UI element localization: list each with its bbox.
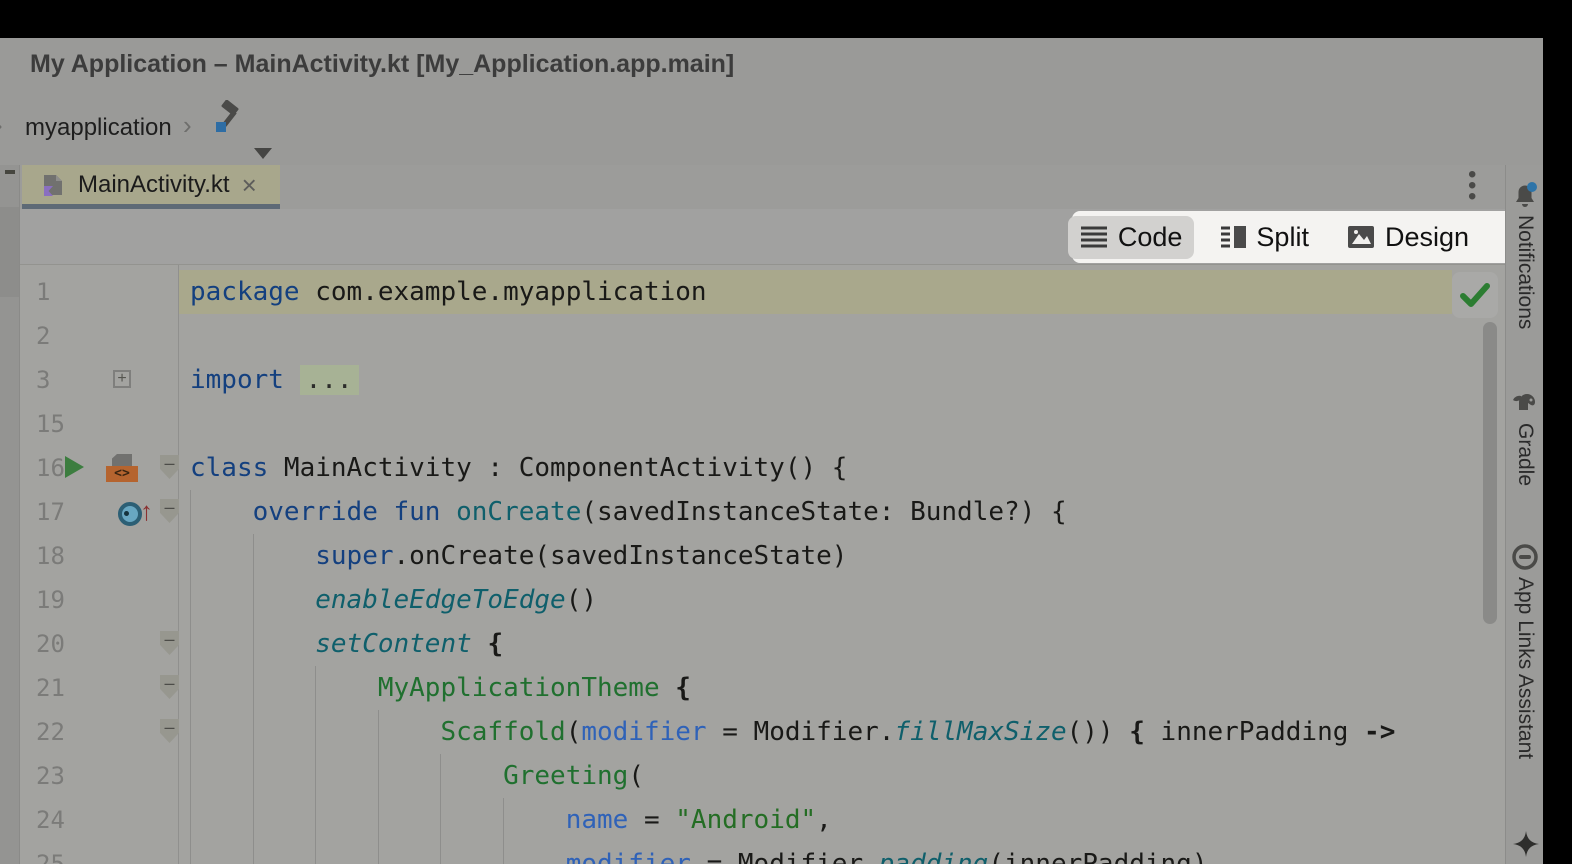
manifest-activity-gutter-icon[interactable]: <>: [106, 454, 138, 482]
breadcrumb-chevron-icon: ›: [183, 110, 192, 141]
tab-close-icon[interactable]: ×: [242, 175, 257, 195]
split-view-icon: [1220, 225, 1246, 249]
line-number[interactable]: 25: [36, 842, 84, 864]
line-number[interactable]: 19: [36, 578, 84, 622]
left-tool-stripe[interactable]: [0, 165, 20, 864]
code-view-icon: [1080, 225, 1108, 249]
stripe-item-app-links-assistant[interactable]: App Links Assistant: [1513, 577, 1537, 759]
build-hammer-icon[interactable]: [210, 100, 246, 136]
line-number[interactable]: 15: [36, 402, 84, 446]
view-mode-switcher: Code Split Design: [1072, 211, 1505, 263]
fold-collapse-icon[interactable]: –: [160, 631, 179, 655]
code-line[interactable]: modifier = Modifier.padding(innerPadding…: [190, 842, 1208, 864]
kotlin-file-icon: [40, 172, 66, 198]
line-number[interactable]: 24: [36, 798, 84, 842]
code-line[interactable]: enableEdgeToEdge(): [190, 578, 597, 622]
line-number[interactable]: 21: [36, 666, 84, 710]
code-line[interactable]: class MainActivity : ComponentActivity()…: [190, 446, 847, 490]
code-line[interactable]: Scaffold(modifier = Modifier.fillMaxSize…: [190, 710, 1395, 754]
code-line[interactable]: MyApplicationTheme {: [190, 666, 691, 710]
split-view-button[interactable]: Split: [1208, 216, 1321, 259]
line-number[interactable]: 23: [36, 754, 84, 798]
notifications-bell-icon[interactable]: [1511, 180, 1539, 215]
breadcrumb[interactable]: myapplication: [25, 114, 172, 142]
override-arrow-icon: ↑: [140, 496, 153, 526]
breadcrumb-chevron-icon: ›: [0, 110, 3, 141]
right-tool-stripe: Notifications Gradle App Links Assistant: [1505, 165, 1543, 864]
design-view-icon: [1347, 225, 1375, 249]
run-gutter-icon[interactable]: [65, 456, 84, 478]
title-bar: My Application – MainActivity.kt [My_App…: [0, 38, 1543, 90]
override-method-gutter-icon: [124, 511, 129, 516]
code-view-button[interactable]: Code: [1068, 216, 1195, 259]
gutter-border: [178, 265, 179, 864]
tool-stripe-segment: [0, 207, 19, 297]
tab-label: MainActivity.kt: [78, 171, 230, 199]
editor-toolbar: Code Split Design: [20, 209, 1505, 265]
folded-imports-placeholder[interactable]: ...: [300, 365, 359, 395]
fold-expand-icon[interactable]: +: [113, 370, 131, 388]
override-method-gutter-icon[interactable]: [118, 502, 142, 526]
inspections-widget[interactable]: [1452, 272, 1498, 318]
gradle-elephant-icon[interactable]: [1511, 388, 1539, 417]
tab-mainactivity[interactable]: MainActivity.kt ×: [22, 165, 280, 204]
editor-scrollbar[interactable]: [1483, 322, 1497, 624]
tab-options-icon[interactable]: •••: [1468, 169, 1476, 202]
fold-collapse-icon[interactable]: –: [160, 455, 179, 479]
code-line[interactable]: super.onCreate(savedInstanceState): [190, 534, 847, 578]
gemini-sparkle-icon[interactable]: [1513, 831, 1539, 862]
editor-tab-bar: MainActivity.kt × •••: [20, 165, 1505, 209]
line-number[interactable]: 3: [36, 358, 84, 402]
fold-collapse-icon[interactable]: –: [160, 499, 179, 523]
fold-collapse-icon[interactable]: –: [160, 675, 179, 699]
no-problems-check-icon: [1460, 283, 1490, 307]
line-number[interactable]: 2: [36, 314, 84, 358]
main-toolbar: › myapplication › app Medium Phone API 3…: [0, 90, 1543, 166]
code-line[interactable]: Greeting(: [190, 754, 644, 798]
line-number[interactable]: 18: [36, 534, 84, 578]
design-view-button[interactable]: Design: [1335, 216, 1481, 259]
tool-stripe-dash-icon: [5, 170, 15, 174]
line-number[interactable]: 20: [36, 622, 84, 666]
stripe-item-gradle[interactable]: Gradle: [1513, 423, 1537, 486]
code-line[interactable]: import ...: [190, 358, 359, 402]
fold-collapse-icon[interactable]: –: [160, 719, 179, 743]
line-number[interactable]: 17: [36, 490, 84, 534]
line-number[interactable]: 22: [36, 710, 84, 754]
code-line[interactable]: package com.example.myapplication: [190, 270, 707, 314]
code-editor[interactable]: 1 package com.example.myapplication 23 + imp…: [20, 265, 1505, 864]
build-dropdown-caret-icon[interactable]: [254, 148, 272, 159]
code-line[interactable]: override fun onCreate(savedInstanceState…: [190, 490, 1067, 534]
app-links-icon[interactable]: [1511, 543, 1539, 576]
window-title: My Application – MainActivity.kt [My_App…: [30, 50, 734, 79]
stripe-item-notifications[interactable]: Notifications: [1513, 215, 1537, 329]
code-line[interactable]: name = "Android",: [190, 798, 832, 842]
line-number[interactable]: 1: [36, 270, 84, 314]
code-line[interactable]: setContent {: [190, 622, 503, 666]
